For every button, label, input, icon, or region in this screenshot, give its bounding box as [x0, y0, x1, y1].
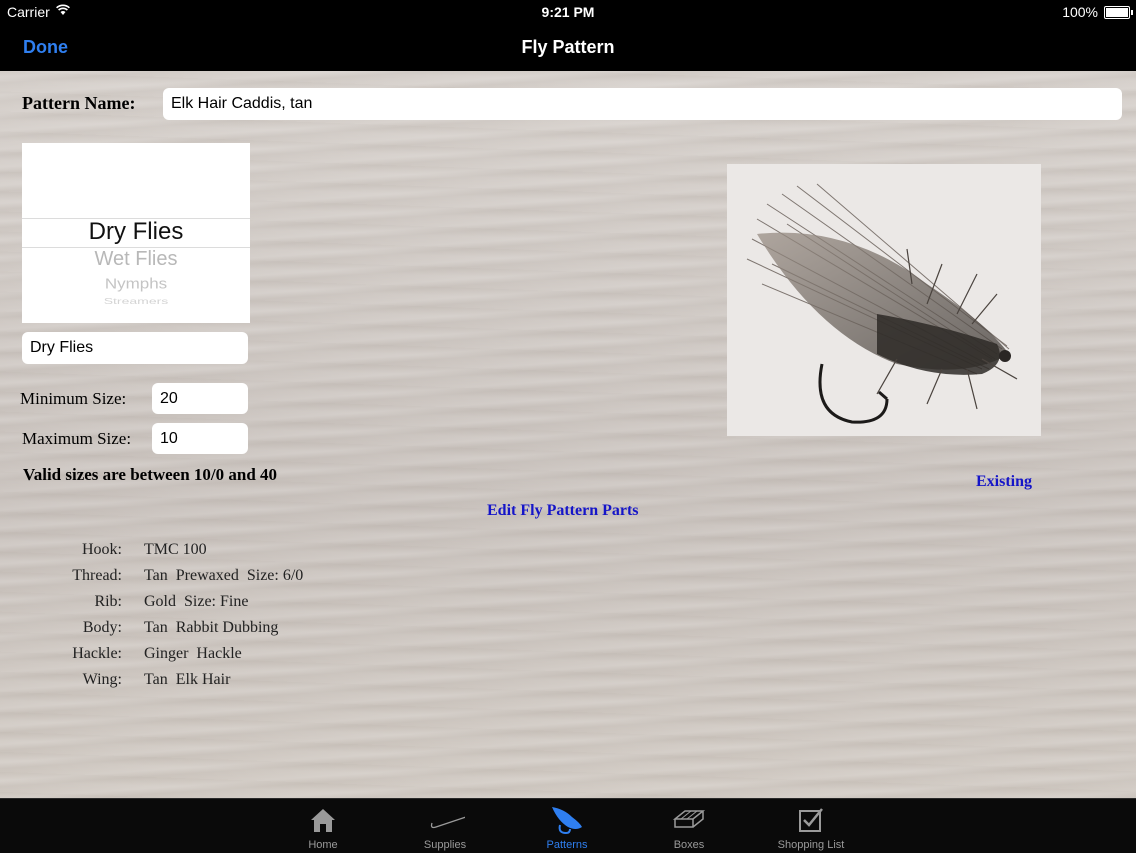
checkbox-icon [799, 808, 823, 832]
part-row-wing: Wing: Tan Elk Hair [0, 671, 600, 697]
tab-bar: Home Supplies Patterns Boxes Shopping Li… [0, 798, 1136, 853]
home-icon [311, 809, 335, 832]
part-label: Thread: [72, 567, 122, 584]
tab-patterns[interactable]: Patterns [507, 799, 627, 853]
tab-label: Boxes [673, 839, 705, 851]
page-title: Fly Pattern [521, 37, 615, 57]
tab-home[interactable]: Home [263, 799, 383, 853]
status-bar: Carrier 9:21 PM 100% [0, 0, 1136, 24]
part-row-thread: Thread: Tan Prewaxed Size: 6/0 [0, 567, 600, 593]
tab-boxes[interactable]: Boxes [629, 799, 749, 853]
part-value: Tan Elk Hair [144, 671, 231, 688]
battery-percentage: 100% [1062, 4, 1098, 20]
picker-option[interactable]: Nymphs [22, 276, 250, 293]
valid-sizes-note: Valid sizes are between 10/0 and 40 [23, 465, 278, 484]
clock: 9:21 PM [541, 4, 595, 20]
minimum-size-label: Minimum Size: [20, 389, 127, 408]
tab-label: Patterns [546, 839, 588, 851]
tab-label: Supplies [423, 839, 467, 851]
part-row-hook: Hook: TMC 100 [0, 541, 600, 567]
part-label: Hackle: [72, 645, 122, 662]
fly-icon [552, 807, 582, 835]
hook-icon [430, 816, 465, 829]
edit-fly-pattern-parts-link[interactable]: Edit Fly Pattern Parts [487, 502, 639, 520]
part-value: Tan Prewaxed Size: 6/0 [144, 567, 304, 584]
part-label: Hook: [82, 541, 122, 558]
pattern-name-label: Pattern Name: [22, 93, 136, 113]
fly-illustration [746, 183, 1018, 424]
maximum-size-label: Maximum Size: [22, 429, 132, 448]
part-label: Rib: [94, 593, 122, 610]
minimum-size-input[interactable]: 20 [152, 383, 248, 414]
tab-label: Shopping List [777, 839, 845, 851]
part-label: Body: [82, 619, 122, 636]
part-value: Ginger Hackle [144, 645, 242, 662]
part-row-hackle: Hackle: Ginger Hackle [0, 645, 600, 671]
picker-option[interactable]: Dry Flies [22, 218, 250, 246]
battery-icon [1104, 6, 1133, 19]
part-label: Wing: [82, 671, 122, 688]
tab-shopping-list[interactable]: Shopping List [751, 799, 871, 853]
maximum-size-input[interactable]: 10 [152, 423, 248, 454]
part-value: Tan Rabbit Dubbing [144, 619, 279, 636]
pattern-name-input[interactable]: Elk Hair Caddis, tan [163, 88, 1122, 120]
existing-link[interactable]: Existing [976, 473, 1032, 491]
tab-supplies[interactable]: Supplies [385, 799, 505, 853]
part-value: TMC 100 [144, 541, 207, 558]
part-row-body: Body: Tan Rabbit Dubbing [0, 619, 600, 645]
picker-option[interactable]: Streamers [22, 296, 250, 306]
part-value: Gold Size: Fine [144, 593, 249, 610]
fly-photo[interactable] [727, 164, 1041, 436]
navigation-bar: Done Fly Pattern [0, 24, 1136, 71]
tab-label: Home [308, 839, 338, 851]
category-field[interactable]: Dry Flies [22, 332, 248, 364]
box-icon [672, 810, 706, 828]
fly-pattern-form: Pattern Name: Elk Hair Caddis, tan Dry F… [0, 71, 1136, 798]
part-row-rib: Rib: Gold Size: Fine [0, 593, 600, 619]
picker-option[interactable]: Wet Flies [22, 248, 250, 271]
category-picker[interactable]: Dry Flies Wet Flies Nymphs Streamers [22, 143, 250, 323]
